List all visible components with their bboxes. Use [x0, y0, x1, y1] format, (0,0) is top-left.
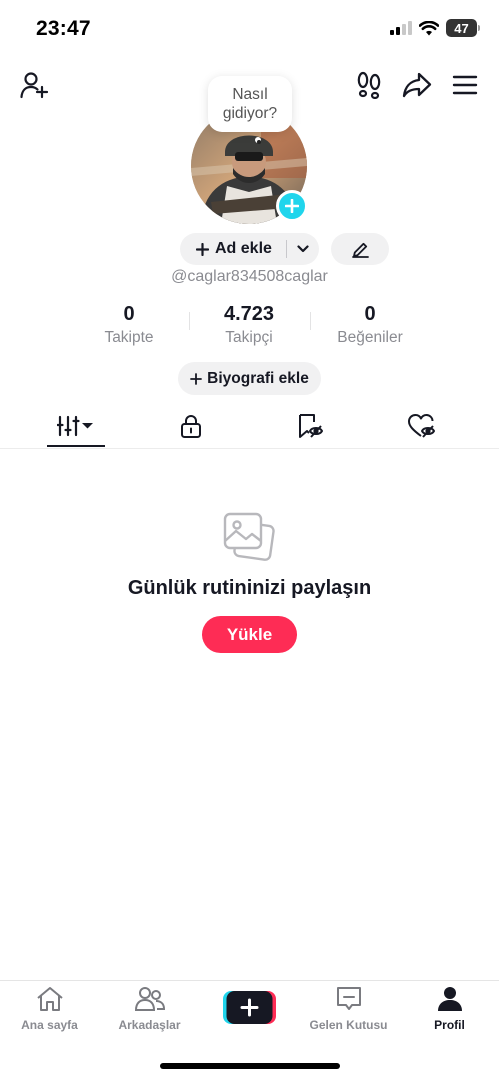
- active-tab-indicator: [47, 445, 105, 447]
- status-bubble[interactable]: Nasıl gidiyor?: [208, 76, 292, 132]
- create-button[interactable]: [223, 991, 276, 1024]
- status-bubble-text: Nasıl gidiyor?: [222, 86, 278, 122]
- menu-icon[interactable]: [451, 72, 479, 98]
- photo-stack-icon: [222, 510, 278, 569]
- stat-label: Takipçi: [225, 329, 273, 346]
- share-icon[interactable]: [401, 70, 433, 100]
- add-avatar-button[interactable]: [276, 190, 308, 222]
- stat-value: 4.723: [223, 303, 275, 325]
- liked-heart-icon: [408, 414, 435, 438]
- inbox-icon: [336, 987, 361, 1010]
- nav-home[interactable]: Ana sayfa: [0, 986, 99, 1032]
- stat-followers[interactable]: 4.723 Takipçi: [189, 303, 309, 347]
- stat-label: Takipte: [104, 329, 154, 346]
- battery-indicator: 47: [446, 19, 480, 37]
- empty-state-title: Günlük rutininizi paylaşın: [127, 577, 372, 599]
- friends-icon: [134, 987, 165, 1011]
- add-name-label: Ad ekle: [215, 240, 272, 257]
- wifi-icon: [419, 20, 439, 35]
- nav-profile[interactable]: Profil: [400, 986, 499, 1032]
- tab-private[interactable]: [129, 405, 253, 447]
- upload-button[interactable]: Yükle: [202, 616, 297, 653]
- add-friend-icon[interactable]: [18, 70, 50, 100]
- chevron-down-icon[interactable]: [297, 245, 309, 253]
- add-bio-button[interactable]: Biyografi ekle: [178, 362, 321, 395]
- cellular-signal-icon: [390, 21, 412, 35]
- tab-saved[interactable]: [248, 405, 372, 447]
- pill-divider: [285, 240, 287, 258]
- status-icons: 47: [390, 19, 480, 37]
- nav-inbox[interactable]: Gelen Kutusu: [299, 986, 398, 1032]
- tab-videos[interactable]: [14, 405, 138, 447]
- plus-icon: [196, 242, 209, 256]
- username: @caglar834508caglar: [171, 268, 328, 285]
- profile-icon: [437, 987, 462, 1011]
- grid-videos-icon: [57, 415, 93, 437]
- stat-following[interactable]: 0 Takipte: [69, 303, 189, 347]
- add-bio-label: Biyografi ekle: [207, 369, 309, 387]
- tabs-divider: [0, 448, 499, 449]
- nav-friends[interactable]: Arkadaşlar: [100, 986, 199, 1032]
- pencil-icon: [351, 242, 369, 258]
- edit-profile-button[interactable]: [331, 233, 389, 265]
- stat-likes[interactable]: 0 Beğeniler: [310, 303, 430, 347]
- plus-icon: [190, 372, 203, 385]
- status-time: 23:47: [36, 17, 91, 40]
- lock-icon: [181, 415, 201, 438]
- nav-label: Gelen Kutusu: [309, 1018, 388, 1032]
- bubble-tail-dot: [257, 140, 261, 144]
- stat-value: 0: [364, 303, 376, 325]
- nav-label: Profil: [434, 1018, 465, 1032]
- add-name-button[interactable]: Ad ekle: [180, 233, 319, 265]
- footprints-icon[interactable]: [355, 70, 383, 100]
- home-icon: [36, 987, 63, 1011]
- tab-liked[interactable]: [360, 405, 484, 447]
- stat-label: Beğeniler: [337, 329, 403, 346]
- stat-value: 0: [123, 303, 135, 325]
- nav-label: Arkadaşlar: [118, 1018, 181, 1032]
- nav-label: Ana sayfa: [21, 1018, 78, 1032]
- create-plus-icon: [223, 991, 276, 1024]
- bottom-nav-divider: [0, 980, 499, 981]
- plus-icon: [285, 199, 299, 213]
- bookmark-icon: [299, 414, 323, 438]
- home-indicator: [160, 1063, 340, 1069]
